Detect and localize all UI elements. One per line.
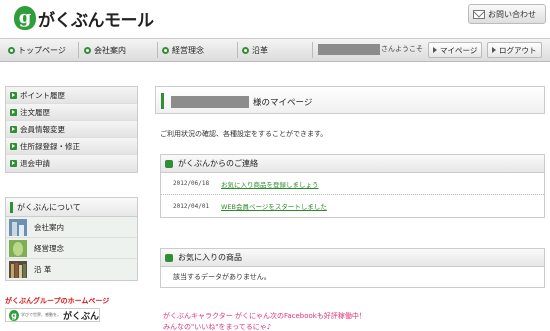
- sidebar-item-label: 会員情報変更: [20, 124, 65, 134]
- nav-item-philosophy[interactable]: 経営理念: [162, 39, 204, 61]
- mail-icon: [473, 9, 485, 19]
- list-item: 2012/04/01 WEB会員ページをスタートしました: [161, 195, 544, 217]
- bullet-icon: [84, 46, 91, 54]
- about-item-history[interactable]: 沿 革: [6, 259, 137, 280]
- sidebar-item-withdraw[interactable]: 退会申請: [6, 155, 137, 172]
- contact-button[interactable]: お問い合わせ: [468, 4, 546, 24]
- redacted-username: [318, 44, 380, 55]
- nav-divider: [237, 42, 238, 58]
- arrow-icon: [10, 160, 17, 167]
- arrow-right-icon: [433, 47, 437, 53]
- news-box: がくぶんからのご連絡 2012/06/18 お気に入り商品を登録しましょう 20…: [160, 154, 545, 218]
- bullet-icon: [8, 46, 15, 54]
- about-box: がくぶんについて 会社案内 経営理念 沿 革: [5, 197, 138, 281]
- news-heading: がくぶんからのご連絡: [161, 155, 544, 173]
- heading-bar: [161, 93, 164, 109]
- leaf-icon: [9, 239, 27, 257]
- sidebar-item-profile[interactable]: 会員情報変更: [6, 121, 137, 138]
- about-title: がくぶんについて: [17, 202, 81, 212]
- logout-button[interactable]: ログアウト: [487, 42, 542, 58]
- favorites-box: お気に入りの商品 該当するデータがありません。: [160, 248, 545, 288]
- about-item-philosophy[interactable]: 経営理念: [6, 238, 137, 259]
- favorites-heading: お気に入りの商品: [161, 249, 544, 267]
- nav-item-history[interactable]: 沿革: [242, 39, 268, 61]
- contact-label: お問い合わせ: [488, 9, 536, 19]
- news-date: 2012/04/01: [173, 202, 210, 210]
- site-header: g がくぶんモール お問い合わせ: [0, 0, 550, 36]
- arrow-icon: [10, 108, 17, 116]
- page-title: 様のマイページ: [253, 98, 313, 108]
- books-icon: [9, 261, 27, 278]
- list-item: 2012/06/18 お気に入り商品を登録しましょう: [161, 173, 544, 195]
- nav-item-label: 沿革: [252, 45, 268, 55]
- sidebar-item-address[interactable]: 住所録登録・修正: [6, 138, 137, 155]
- nav-item-label: 会社案内: [94, 45, 126, 55]
- member-menu: ポイント履歴 注文履歴 会員情報変更 住所録登録・修正 退会申請: [5, 86, 138, 173]
- building-icon: [9, 218, 27, 236]
- nav-divider: [312, 42, 313, 58]
- about-item-label: 沿 革: [34, 265, 52, 274]
- arrow-icon: [10, 91, 17, 99]
- favorites-empty: 該当するデータがありません。: [173, 273, 271, 281]
- global-nav: トップページ 会社案内 経営理念 沿革 さんようこそ マイページ ログアウト: [0, 38, 550, 62]
- group-site-banner[interactable]: g 学びで世界、感動を。 がくぶん: [5, 308, 100, 322]
- nav-divider: [78, 42, 79, 58]
- arrow-right-icon: [492, 47, 496, 53]
- nav-item-label: トップページ: [18, 45, 66, 55]
- logo-mark: g: [14, 6, 36, 30]
- news-title: がくぶんからのご連絡: [178, 159, 258, 168]
- logo-text: がくぶんモール: [38, 10, 154, 31]
- about-item-company[interactable]: 会社案内: [6, 217, 137, 238]
- promo-line-1[interactable]: がくぶんキャラクター がくにゃん次のFacebookも好評稼働中！: [163, 311, 366, 321]
- section-icon: [165, 253, 173, 262]
- section-icon: [165, 159, 173, 168]
- logo-mark: g: [9, 309, 19, 321]
- mypage-heading: 様のマイページ: [155, 86, 545, 114]
- sidebar-item-label: 住所録登録・修正: [20, 141, 80, 151]
- nav-item-label: 経営理念: [172, 45, 204, 55]
- arrow-icon: [10, 125, 17, 133]
- mypage-label: マイページ: [440, 45, 478, 55]
- sidebar: ポイント履歴 注文履歴 会員情報変更 住所録登録・修正 退会申請 がくぶんについ…: [5, 86, 138, 322]
- nav-divider: [157, 42, 158, 58]
- sidebar-item-points[interactable]: ポイント履歴: [6, 87, 137, 104]
- favorites-title: お気に入りの商品: [178, 253, 242, 262]
- news-date: 2012/06/18: [173, 180, 210, 187]
- sidebar-item-label: 注文履歴: [20, 107, 50, 117]
- group-sites-title: がくぶんグループのホームページ: [5, 297, 110, 305]
- banner-tagline: 学びで世界、感動を。: [21, 312, 61, 317]
- banner-text: がくぶん: [63, 311, 100, 322]
- sidebar-item-label: ポイント履歴: [20, 90, 65, 100]
- welcome-text: さんようこそ: [381, 45, 423, 53]
- intro-text: ご利用状況の確認、各種設定をすることができます。: [160, 130, 328, 138]
- nav-item-top[interactable]: トップページ: [8, 39, 66, 61]
- redacted-name: [171, 96, 249, 108]
- sidebar-item-orders[interactable]: 注文履歴: [6, 104, 137, 121]
- mypage-button[interactable]: マイページ: [428, 42, 483, 58]
- about-heading: がくぶんについて: [6, 198, 137, 217]
- bullet-icon: [242, 46, 249, 54]
- news-link[interactable]: WEB会員ページをスタートしました: [221, 201, 327, 211]
- heading-bar: [10, 201, 13, 213]
- arrow-icon: [10, 142, 17, 150]
- site-logo[interactable]: g がくぶんモール: [14, 5, 154, 31]
- sidebar-item-label: 退会申請: [20, 159, 50, 168]
- promo-line-2: みんなの"いいね"をまってるにゃ♪: [163, 323, 272, 331]
- bullet-icon: [162, 46, 169, 54]
- nav-item-company[interactable]: 会社案内: [84, 39, 126, 61]
- about-item-label: 経営理念: [34, 243, 64, 253]
- about-item-label: 会社案内: [34, 222, 64, 232]
- logout-label: ログアウト: [499, 45, 537, 55]
- news-link[interactable]: お気に入り商品を登録しましょう: [221, 179, 319, 189]
